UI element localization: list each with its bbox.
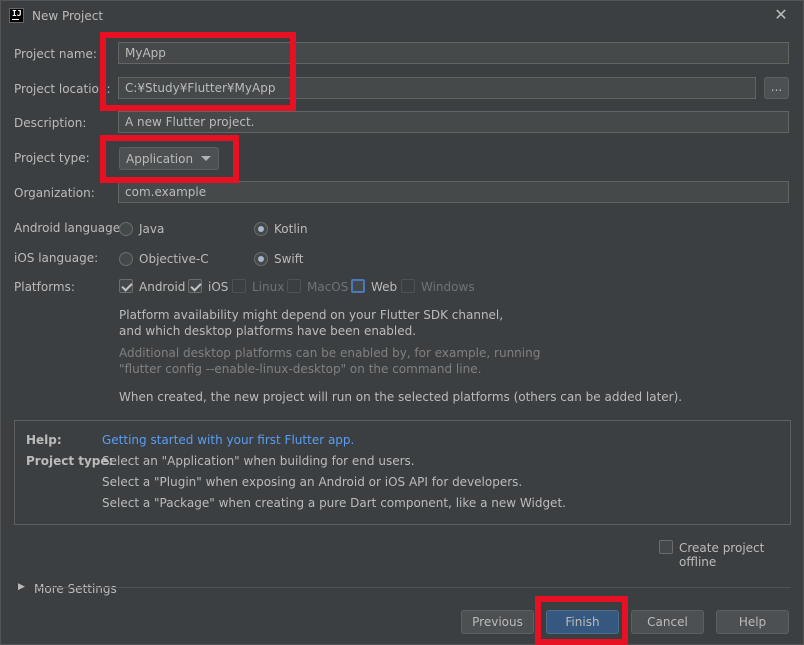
checkbox-linux [232, 279, 246, 293]
radio-java-label: Java [139, 222, 165, 236]
description-input[interactable]: A new Flutter project. [118, 111, 789, 133]
platform-note-line-2: and which desktop platforms have been en… [119, 324, 417, 338]
project-name-input[interactable]: MyApp [118, 42, 789, 64]
radio-kotlin[interactable] [254, 222, 268, 236]
platform-note-line-1: Platform availability might depend on yo… [119, 308, 504, 322]
description-label: Description: [14, 116, 87, 130]
browse-button[interactable]: ... [764, 77, 789, 99]
title-bar: IJ New Project ✕ [1, 1, 803, 31]
android-language-label: Android language: [14, 221, 125, 235]
help-type-line-3: Select a "Package" when creating a pure … [102, 496, 566, 510]
project-type-value: Application [126, 152, 194, 166]
ios-language-label: iOS language: [14, 251, 99, 265]
new-project-dialog: IJ New Project ✕ Project name: MyApp Pro… [0, 0, 804, 645]
checkbox-android[interactable] [119, 279, 133, 293]
project-type-dropdown[interactable]: Application [119, 147, 219, 170]
radio-java[interactable] [119, 222, 133, 236]
create-offline-label: Create project offline [679, 541, 765, 569]
project-name-label: Project name: [14, 47, 97, 61]
platform-note-line-5: When created, the new project will run o… [119, 390, 683, 404]
checkbox-android-label: Android [139, 280, 186, 294]
checkbox-ios-label: iOS [208, 280, 229, 294]
radio-objective-c[interactable] [119, 252, 133, 266]
radio-kotlin-label: Kotlin [274, 222, 308, 236]
finish-button[interactable]: Finish [546, 610, 619, 634]
close-icon[interactable]: ✕ [771, 5, 791, 25]
checkbox-macos-label: MacOS [307, 280, 349, 294]
radio-objective-c-label: Objective-C [139, 252, 209, 266]
help-key: Help: [26, 433, 62, 447]
previous-button[interactable]: Previous [461, 610, 534, 634]
platforms-label: Platforms: [14, 280, 75, 294]
checkbox-ios[interactable] [188, 279, 202, 293]
platform-note-line-4: "flutter config --enable-linux-desktop" … [119, 362, 482, 376]
checkbox-web-label: Web [371, 280, 398, 294]
help-project-type-key: Project type: [26, 454, 114, 468]
chevron-down-icon [201, 156, 211, 161]
checkbox-windows [401, 279, 415, 293]
more-settings-divider [36, 587, 791, 588]
platform-note-line-3: Additional desktop platforms can be enab… [119, 346, 541, 360]
help-type-line-1: Select an "Application" when building fo… [102, 454, 415, 468]
project-location-input[interactable]: C:¥Study¥Flutter¥MyApp [118, 77, 756, 99]
project-type-label: Project type: [14, 151, 90, 165]
organization-input[interactable]: com.example [118, 181, 789, 203]
help-type-line-2: Select a "Plugin" when exposing an Andro… [102, 475, 523, 489]
intellij-icon: IJ [9, 8, 24, 23]
radio-swift[interactable] [254, 252, 268, 266]
help-panel: Help: Getting started with your first Fl… [14, 420, 791, 525]
window-title: New Project [32, 9, 104, 23]
organization-label: Organization: [14, 186, 95, 200]
cancel-button[interactable]: Cancel [631, 610, 704, 634]
checkbox-web[interactable] [351, 279, 365, 293]
checkbox-macos [287, 279, 301, 293]
more-settings-label[interactable]: More Settings [34, 582, 117, 596]
help-link[interactable]: Getting started with your first Flutter … [102, 433, 354, 447]
help-button[interactable]: Help [716, 610, 789, 634]
checkbox-windows-label: Windows [421, 280, 475, 294]
chevron-right-icon[interactable]: ▶ [18, 582, 25, 592]
radio-swift-label: Swift [274, 252, 304, 266]
checkbox-linux-label: Linux [252, 280, 285, 294]
project-location-label: Project location: [14, 82, 111, 96]
checkbox-create-offline[interactable] [659, 540, 673, 554]
